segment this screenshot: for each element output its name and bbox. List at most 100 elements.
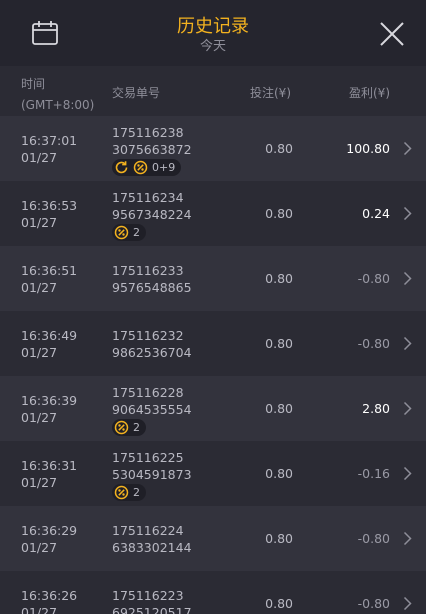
- coin-icon: [114, 225, 129, 240]
- row-time-value: 16:36:51: [21, 263, 78, 278]
- chevron-right-icon: [403, 141, 412, 156]
- row-time: 16:36:51 01/27: [21, 262, 77, 296]
- row-order-part2: 9064535554: [112, 402, 192, 417]
- column-time-label: 时间: [21, 77, 46, 91]
- row-bet: 0.80: [265, 271, 293, 286]
- bonus-badge-count: 0+9: [152, 161, 176, 174]
- chevron-right-icon: [403, 206, 412, 221]
- row-bet: 0.80: [265, 531, 293, 546]
- history-screen: 历史记录 今天 时间 (GMT+8:00) 交易单号 投注(¥) 盈利(¥) 1…: [0, 0, 426, 614]
- row-time-value: 16:36:29: [21, 523, 78, 538]
- row-order-part1: 175116223: [112, 588, 184, 603]
- row-order-part2: 5304591873: [112, 467, 192, 482]
- history-row[interactable]: 16:36:26 01/27 175116223 6925120517 0.80…: [0, 571, 426, 614]
- row-time-value: 16:36:26: [21, 588, 78, 603]
- row-order-part1: 175116225: [112, 450, 184, 465]
- row-profit: -0.80: [357, 531, 390, 546]
- row-bet: 0.80: [265, 466, 293, 481]
- row-profit: -0.80: [357, 271, 390, 286]
- row-time: 16:36:49 01/27: [21, 327, 77, 361]
- row-time: 16:36:53 01/27: [21, 197, 77, 231]
- chevron-right-icon: [403, 531, 412, 546]
- chevron-right-icon: [403, 466, 412, 481]
- history-row[interactable]: 16:36:39 01/27 175116228 9064535554 2 0.…: [0, 376, 426, 441]
- column-header: 时间 (GMT+8:00) 交易单号 投注(¥) 盈利(¥): [0, 66, 426, 116]
- row-profit: -0.16: [357, 466, 390, 481]
- chevron-right-icon: [403, 401, 412, 416]
- bonus-badge: 2: [112, 419, 146, 436]
- history-row[interactable]: 16:36:51 01/27 175116233 9576548865 0.80…: [0, 246, 426, 311]
- row-bet: 0.80: [265, 401, 293, 416]
- column-bet: 投注(¥): [250, 86, 291, 100]
- bonus-badge: 2: [112, 484, 146, 501]
- row-date-value: 01/27: [21, 215, 58, 230]
- row-time: 16:36:26 01/27: [21, 587, 77, 614]
- row-date-value: 01/27: [21, 280, 58, 295]
- column-time: 时间 (GMT+8:00): [21, 74, 94, 115]
- close-icon[interactable]: [378, 20, 406, 48]
- row-order: 175116234 9567348224 2: [112, 189, 192, 244]
- refresh-icon: [114, 160, 129, 175]
- column-profit: 盈利(¥): [349, 86, 390, 100]
- row-time: 16:36:31 01/27: [21, 457, 77, 491]
- row-time-value: 16:36:53: [21, 198, 78, 213]
- row-order-part1: 175116228: [112, 385, 184, 400]
- row-time-value: 16:36:39: [21, 393, 78, 408]
- row-time: 16:36:29 01/27: [21, 522, 77, 556]
- row-bet: 0.80: [265, 596, 293, 611]
- history-row[interactable]: 16:36:53 01/27 175116234 9567348224 2 0.…: [0, 181, 426, 246]
- row-bet: 0.80: [265, 141, 293, 156]
- history-row[interactable]: 16:37:01 01/27 175116238 3075663872 0+9 …: [0, 116, 426, 181]
- header-bar: 历史记录 今天: [0, 0, 426, 66]
- row-order-part2: 6925120517: [112, 605, 192, 614]
- row-profit: 100.80: [346, 141, 390, 156]
- row-date-value: 01/27: [21, 410, 58, 425]
- bonus-badge-count: 2: [133, 421, 140, 434]
- row-order: 175116232 9862536704: [112, 327, 192, 361]
- row-date-value: 01/27: [21, 345, 58, 360]
- row-profit: -0.80: [357, 336, 390, 351]
- row-date-value: 01/27: [21, 605, 58, 614]
- row-date-value: 01/27: [21, 150, 58, 165]
- row-order: 175116223 6925120517: [112, 587, 192, 614]
- history-row[interactable]: 16:36:49 01/27 175116232 9862536704 0.80…: [0, 311, 426, 376]
- bonus-badge: 0+9: [112, 159, 182, 176]
- row-order-part1: 175116232: [112, 328, 184, 343]
- row-order-part1: 175116233: [112, 263, 184, 278]
- history-row[interactable]: 16:36:29 01/27 175116224 6383302144 0.80…: [0, 506, 426, 571]
- date-filter-label[interactable]: 今天: [0, 38, 426, 56]
- bonus-badge-count: 2: [133, 486, 140, 499]
- row-order-part1: 175116234: [112, 190, 184, 205]
- row-profit: 2.80: [362, 401, 390, 416]
- history-list: 16:37:01 01/27 175116238 3075663872 0+9 …: [0, 116, 426, 614]
- coin-icon: [114, 485, 129, 500]
- row-order: 175116224 6383302144: [112, 522, 192, 556]
- row-time: 16:37:01 01/27: [21, 132, 77, 166]
- row-date-value: 01/27: [21, 540, 58, 555]
- row-date-value: 01/27: [21, 475, 58, 490]
- column-order: 交易单号: [112, 86, 161, 100]
- coin-icon: [114, 420, 129, 435]
- row-order: 175116233 9576548865: [112, 262, 192, 296]
- row-time-value: 16:36:49: [21, 328, 78, 343]
- row-order-part2: 6383302144: [112, 540, 192, 555]
- row-time-value: 16:36:31: [21, 458, 78, 473]
- row-order-part2: 9862536704: [112, 345, 192, 360]
- row-order: 175116225 5304591873 2: [112, 449, 192, 504]
- bonus-badge-count: 2: [133, 226, 140, 239]
- row-order-part2: 9576548865: [112, 280, 192, 295]
- row-profit: -0.80: [357, 596, 390, 611]
- row-bet: 0.80: [265, 206, 293, 221]
- row-order-part2: 3075663872: [112, 142, 192, 157]
- row-order-part1: 175116238: [112, 125, 184, 140]
- bonus-badge: 2: [112, 224, 146, 241]
- page-title: 历史记录: [177, 16, 249, 37]
- chevron-right-icon: [403, 336, 412, 351]
- chevron-right-icon: [403, 271, 412, 286]
- history-row[interactable]: 16:36:31 01/27 175116225 5304591873 2 0.…: [0, 441, 426, 506]
- row-time-value: 16:37:01: [21, 133, 78, 148]
- row-profit: 0.24: [362, 206, 390, 221]
- chevron-right-icon: [403, 596, 412, 611]
- row-order: 175116238 3075663872 0+9: [112, 124, 192, 179]
- row-order: 175116228 9064535554 2: [112, 384, 192, 439]
